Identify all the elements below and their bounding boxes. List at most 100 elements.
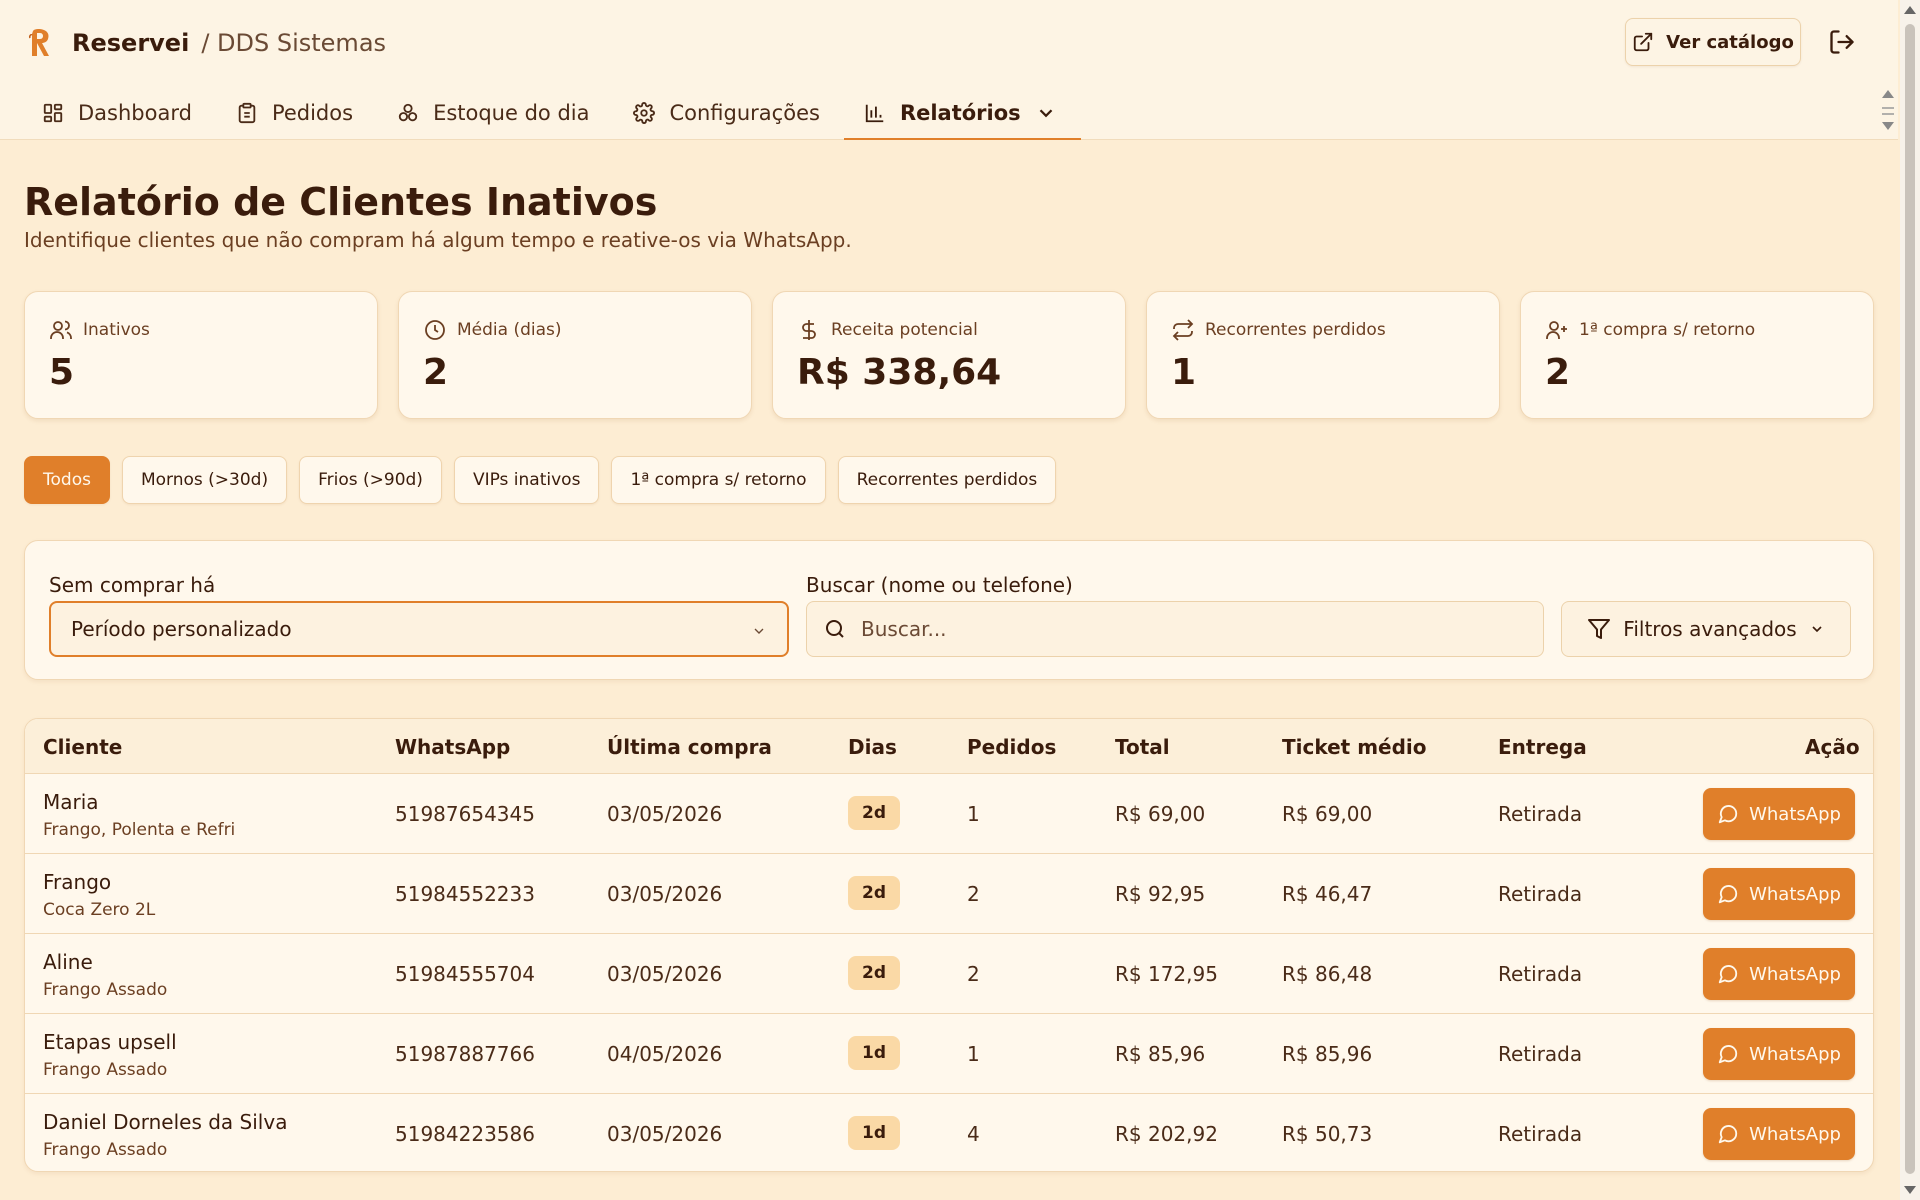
message-circle-icon — [1718, 885, 1738, 904]
chip-mornos[interactable]: Mornos (>30d) — [121, 456, 288, 504]
chip-recorrentes-perdidos[interactable]: Recorrentes perdidos — [837, 456, 1057, 504]
column-header[interactable]: WhatsApp — [395, 735, 510, 759]
whatsapp-button[interactable]: WhatsApp — [1703, 1108, 1855, 1160]
page-scrollbar[interactable] — [1900, 0, 1920, 1200]
period-select[interactable]: Período personalizado — [49, 601, 789, 657]
client-name: Daniel Dorneles da Silva — [43, 1110, 288, 1134]
scroll-up-arrow[interactable] — [1904, 6, 1916, 14]
client-product: Frango, Polenta e Refri — [43, 820, 236, 840]
chip-todos[interactable]: Todos — [24, 456, 110, 504]
stat-label: Inativos — [83, 320, 150, 340]
stat-label-row: Receita potencial — [797, 318, 978, 342]
client-phone: 51987887766 — [395, 1042, 535, 1066]
column-header[interactable]: Ticket médio — [1282, 735, 1427, 759]
delivery-type: Retirada — [1498, 1122, 1583, 1146]
whatsapp-button[interactable]: WhatsApp — [1703, 788, 1855, 840]
tab-dashboard[interactable]: Dashboard — [22, 86, 216, 140]
top-bar: Reservei / DDS Sistemas Ver catálogo Das… — [0, 0, 1898, 140]
total-value: R$ 69,00 — [1115, 802, 1206, 826]
scroll-down-arrow[interactable] — [1904, 1186, 1916, 1194]
stat-label-row: Inativos — [49, 318, 150, 342]
orders-count: 1 — [967, 1042, 980, 1066]
chip-vips-inativos[interactable]: VIPs inativos — [453, 456, 600, 504]
ticket-medio: R$ 86,48 — [1282, 962, 1373, 986]
search-input[interactable] — [861, 617, 1501, 641]
days-badge: 2d — [848, 796, 900, 830]
logout-icon[interactable] — [1828, 28, 1856, 56]
stat-label: 1ª compra s/ retorno — [1579, 320, 1756, 340]
main-tabs: Dashboard Pedidos Estoque do dia Configu… — [22, 86, 1081, 140]
column-header[interactable]: Pedidos — [967, 735, 1056, 759]
column-header[interactable]: Última compra — [607, 735, 772, 759]
search-field[interactable] — [806, 601, 1544, 657]
last-purchase: 03/05/2026 — [607, 882, 723, 906]
tab-configuracoes[interactable]: Configurações — [613, 86, 843, 140]
clipboard-icon — [238, 102, 256, 124]
brand[interactable]: Reservei / DDS Sistemas — [28, 26, 386, 60]
ticket-medio: R$ 85,96 — [1282, 1042, 1373, 1066]
tab-label: Dashboard — [78, 101, 192, 125]
chevron-down-icon — [1812, 626, 1822, 633]
last-purchase: 03/05/2026 — [607, 802, 723, 826]
stat-label-row: 1ª compra s/ retorno — [1545, 318, 1755, 342]
ticket-medio: R$ 69,00 — [1282, 802, 1373, 826]
stat-label: Média (dias) — [457, 320, 562, 340]
inactive-clients-table: Cliente WhatsApp Última compra Dias Pedi… — [24, 718, 1874, 1172]
tab-label: Configurações — [669, 101, 820, 125]
message-circle-icon — [1718, 965, 1738, 984]
brand-name: Reservei — [72, 29, 190, 57]
message-circle-icon — [1718, 1125, 1738, 1144]
scrollbar-thumb[interactable] — [1905, 24, 1915, 1174]
column-header[interactable]: Cliente — [43, 735, 122, 759]
tab-label: Relatórios — [899, 101, 1021, 125]
search-label: Buscar (nome ou telefone) — [806, 573, 1073, 597]
stat-label: Receita potencial — [831, 320, 978, 340]
total-value: R$ 172,95 — [1115, 962, 1218, 986]
orders-count: 1 — [967, 802, 980, 826]
client-phone: 51984223586 — [395, 1122, 535, 1146]
ticket-medio: R$ 50,73 — [1282, 1122, 1373, 1146]
client-phone: 51987654345 — [395, 802, 535, 826]
client-phone: 51984552233 — [395, 882, 535, 906]
external-link-icon — [1634, 32, 1653, 52]
message-circle-icon — [1718, 1045, 1738, 1064]
client-name: Maria — [43, 790, 99, 814]
stat-value: 1 — [1171, 352, 1197, 393]
delivery-type: Retirada — [1498, 1042, 1583, 1066]
days-badge: 2d — [848, 956, 900, 990]
delivery-type: Retirada — [1498, 882, 1583, 906]
client-product: Coca Zero 2L — [43, 900, 156, 920]
view-catalog-label: Ver catálogo — [1666, 31, 1794, 53]
ticket-medio: R$ 46,47 — [1282, 882, 1373, 906]
whatsapp-button-label: WhatsApp — [1749, 963, 1841, 985]
chip-primeira-compra[interactable]: 1ª compra s/ retorno — [611, 456, 826, 504]
period-label: Sem comprar há — [49, 573, 216, 597]
period-select-value: Período personalizado — [71, 617, 292, 641]
advanced-filters-button[interactable]: Filtros avançados — [1561, 601, 1851, 657]
tab-estoque[interactable]: Estoque do dia — [377, 86, 613, 140]
tab-scroll-control[interactable] — [1880, 88, 1896, 134]
dollar-icon — [802, 320, 816, 340]
whatsapp-button-label: WhatsApp — [1749, 1043, 1841, 1065]
client-product: Frango Assado — [43, 1140, 168, 1160]
repeat-icon — [1172, 319, 1194, 341]
chip-frios[interactable]: Frios (>90d) — [299, 456, 442, 504]
tab-pedidos[interactable]: Pedidos — [216, 86, 377, 140]
user-plus-icon — [1546, 321, 1567, 339]
column-header[interactable]: Dias — [848, 735, 897, 759]
boxes-icon — [398, 103, 418, 122]
table-row: Frango Coca Zero 2L 51984552233 03/05/20… — [25, 854, 1873, 934]
column-header[interactable]: Total — [1115, 735, 1170, 759]
users-icon — [50, 320, 72, 339]
view-catalog-button[interactable]: Ver catálogo — [1625, 18, 1801, 66]
tab-relatorios[interactable]: Relatórios — [843, 86, 1081, 140]
filter-panel: Sem comprar há Período personalizado Bus… — [24, 540, 1874, 680]
whatsapp-button-label: WhatsApp — [1749, 803, 1841, 825]
dashboard-icon — [43, 103, 63, 123]
whatsapp-button[interactable]: WhatsApp — [1703, 1028, 1855, 1080]
client-product: Frango Assado — [43, 1060, 168, 1080]
whatsapp-button[interactable]: WhatsApp — [1703, 868, 1855, 920]
whatsapp-button[interactable]: WhatsApp — [1703, 948, 1855, 1000]
column-header[interactable]: Entrega — [1498, 735, 1587, 759]
last-purchase: 03/05/2026 — [607, 962, 723, 986]
